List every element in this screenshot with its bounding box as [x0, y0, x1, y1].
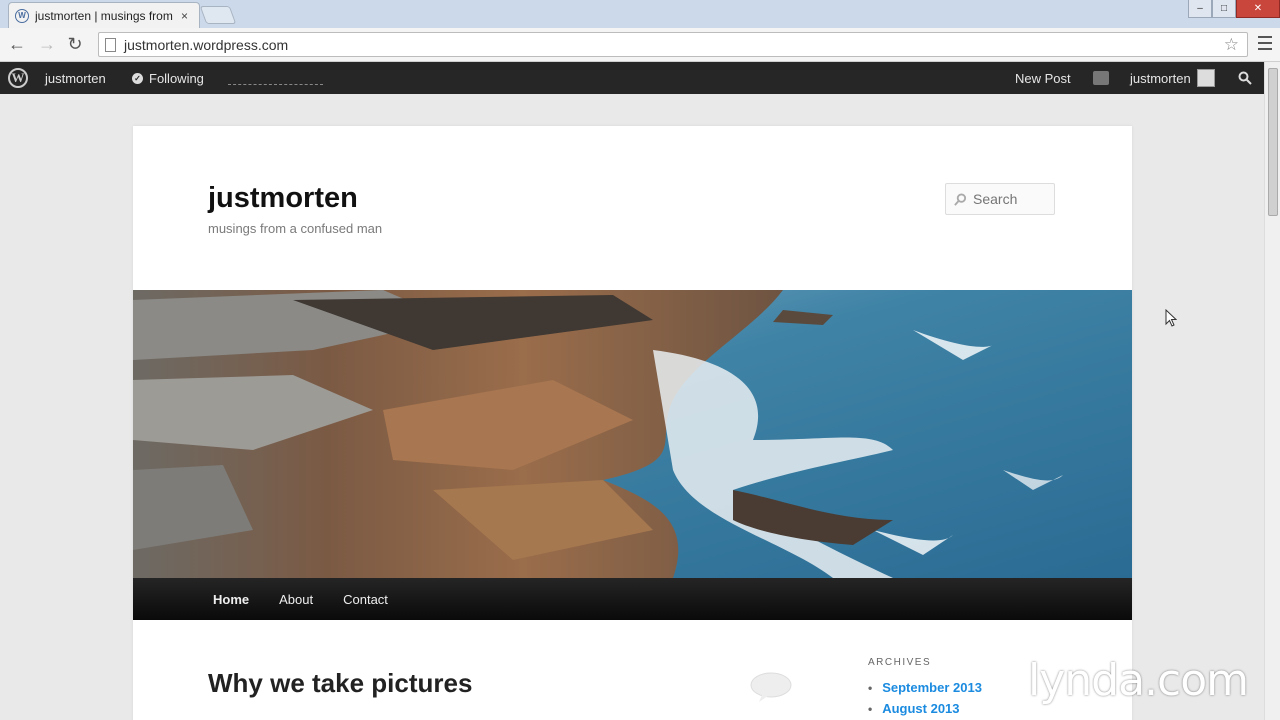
scroll-thumb[interactable] [1268, 68, 1278, 216]
page-icon [105, 37, 116, 52]
site-description: musings from a confused man [208, 221, 383, 236]
browser-tab-strip: W justmorten | musings from × – □ ✕ [0, 0, 1280, 28]
header-image [133, 290, 1132, 578]
lynda-watermark: lynda.com [1028, 655, 1249, 706]
notifications-button[interactable] [1093, 62, 1109, 94]
nav-about[interactable]: About [279, 592, 313, 607]
browser-toolbar: ← → ↻ justmorten.wordpress.com ☆ [0, 28, 1280, 62]
back-arrow-icon[interactable]: ← [6, 33, 28, 55]
following-link[interactable]: ✓ Following [132, 62, 204, 94]
search-icon [954, 192, 967, 206]
search-input[interactable] [973, 191, 1053, 207]
divider [228, 84, 323, 85]
mouse-cursor-icon [1165, 309, 1177, 327]
following-label: Following [149, 70, 204, 86]
close-window-button[interactable]: ✕ [1236, 0, 1280, 18]
forward-arrow-icon[interactable]: → [36, 33, 58, 55]
archive-link[interactable]: August 2013 [868, 698, 982, 719]
browser-menu-icon[interactable] [1258, 36, 1272, 50]
url-text[interactable]: justmorten.wordpress.com [124, 37, 288, 53]
new-post-link[interactable]: New Post [1015, 62, 1071, 94]
browser-tab[interactable]: W justmorten | musings from × [8, 2, 200, 28]
wordpress-logo-icon: W [8, 68, 28, 88]
reload-icon[interactable]: ↻ [64, 33, 86, 55]
wp-logo-button[interactable]: W [8, 62, 28, 94]
page-scrollbar[interactable] [1264, 62, 1280, 720]
site-search-box[interactable] [945, 183, 1055, 215]
wp-admin-bar: W justmorten ✓ Following New Post justmo… [0, 62, 1264, 94]
search-icon [1238, 71, 1252, 85]
check-icon: ✓ [132, 72, 143, 84]
archive-link[interactable]: September 2013 [868, 677, 982, 698]
post-title[interactable]: Why we take pictures [208, 668, 472, 699]
tab-title: justmorten | musings from [35, 8, 173, 23]
admin-search-button[interactable] [1238, 62, 1252, 94]
tab-close-icon[interactable]: × [181, 9, 188, 23]
user-name: justmorten [1130, 70, 1191, 86]
page-container: justmorten musings from a confused man S… [133, 126, 1132, 720]
main-navigation: Home About Contact [133, 578, 1132, 620]
site-title[interactable]: justmorten [208, 182, 358, 215]
maximize-button[interactable]: □ [1212, 0, 1236, 18]
nav-home[interactable]: Home [213, 592, 249, 607]
archives-list: September 2013 August 2013 [868, 677, 982, 719]
new-tab-button[interactable] [199, 6, 237, 24]
comment-bubble-icon[interactable] [750, 672, 792, 702]
minimize-button[interactable]: – [1188, 0, 1212, 18]
admin-site-name-link[interactable]: justmorten [45, 62, 106, 94]
nav-contact[interactable]: Contact [343, 592, 388, 607]
window-controls: – □ ✕ [1188, 0, 1280, 18]
archives-widget-title: ARCHIVES [868, 657, 932, 668]
bookmark-star-icon[interactable]: ☆ [1224, 35, 1239, 55]
user-menu[interactable]: justmorten [1130, 62, 1215, 94]
avatar [1196, 69, 1215, 87]
notifications-icon [1093, 71, 1109, 85]
address-bar[interactable]: justmorten.wordpress.com ☆ [98, 32, 1248, 57]
wordpress-favicon-icon: W [15, 8, 29, 23]
